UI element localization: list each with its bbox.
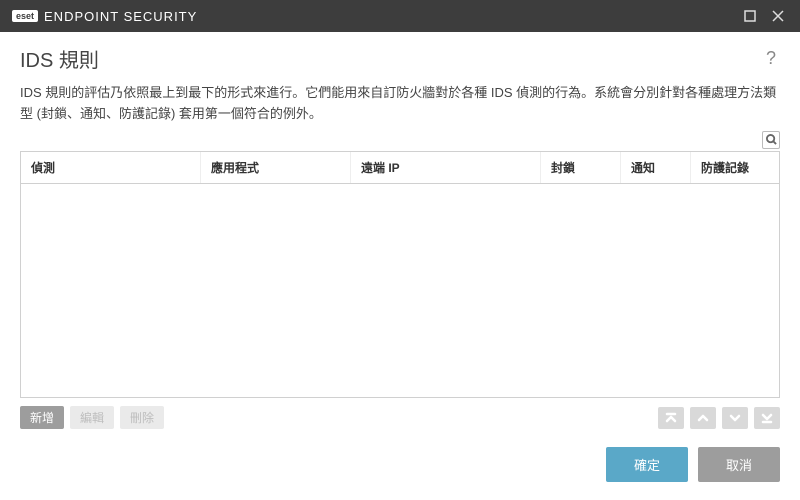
window-close-button[interactable] <box>764 2 792 30</box>
close-icon <box>772 10 784 22</box>
brand-text: ENDPOINT SECURITY <box>44 9 197 24</box>
delete-button: 刪除 <box>120 406 164 429</box>
col-remote-ip[interactable]: 遠端 IP <box>351 152 541 183</box>
move-up-button <box>690 407 716 429</box>
ok-button[interactable]: 確定 <box>606 447 688 482</box>
table-body <box>21 184 779 397</box>
rules-table: 偵測 應用程式 遠端 IP 封鎖 通知 防護記錄 <box>20 151 780 398</box>
col-notify[interactable]: 通知 <box>621 152 691 183</box>
col-application[interactable]: 應用程式 <box>201 152 351 183</box>
window-maximize-button[interactable] <box>736 2 764 30</box>
chevron-bottom-icon <box>761 412 773 424</box>
add-button[interactable]: 新增 <box>20 406 64 429</box>
edit-button: 編輯 <box>70 406 114 429</box>
page-description: IDS 規則的評估乃依照最上到最下的形式來進行。它們能用來自訂防火牆對於各種 I… <box>20 83 780 125</box>
chevron-down-icon <box>729 412 741 424</box>
help-icon: ? <box>766 48 776 68</box>
move-down-button <box>722 407 748 429</box>
brand-badge: eset <box>12 10 38 22</box>
table-header: 偵測 應用程式 遠端 IP 封鎖 通知 防護記錄 <box>21 152 779 184</box>
brand: eset ENDPOINT SECURITY <box>12 9 197 24</box>
titlebar: eset ENDPOINT SECURITY <box>0 0 800 32</box>
page-title: IDS 規則 <box>20 44 99 73</box>
search-row <box>20 131 780 149</box>
chevron-up-icon <box>697 412 709 424</box>
search-button[interactable] <box>762 131 780 149</box>
chevron-top-icon <box>665 412 677 424</box>
search-icon <box>766 134 777 145</box>
action-row: 新增 編輯 刪除 <box>20 406 780 429</box>
move-bottom-button <box>754 407 780 429</box>
content-area: IDS 規則 ? IDS 規則的評估乃依照最上到最下的形式來進行。它們能用來自訂… <box>0 32 800 429</box>
col-detection[interactable]: 偵測 <box>21 152 201 183</box>
col-block[interactable]: 封鎖 <box>541 152 621 183</box>
maximize-icon <box>744 10 756 22</box>
footer: 確定 取消 <box>0 429 800 500</box>
col-log[interactable]: 防護記錄 <box>691 152 779 183</box>
header-row: IDS 規則 ? <box>20 44 780 73</box>
help-button[interactable]: ? <box>762 44 780 73</box>
cancel-button[interactable]: 取消 <box>698 447 780 482</box>
move-top-button <box>658 407 684 429</box>
